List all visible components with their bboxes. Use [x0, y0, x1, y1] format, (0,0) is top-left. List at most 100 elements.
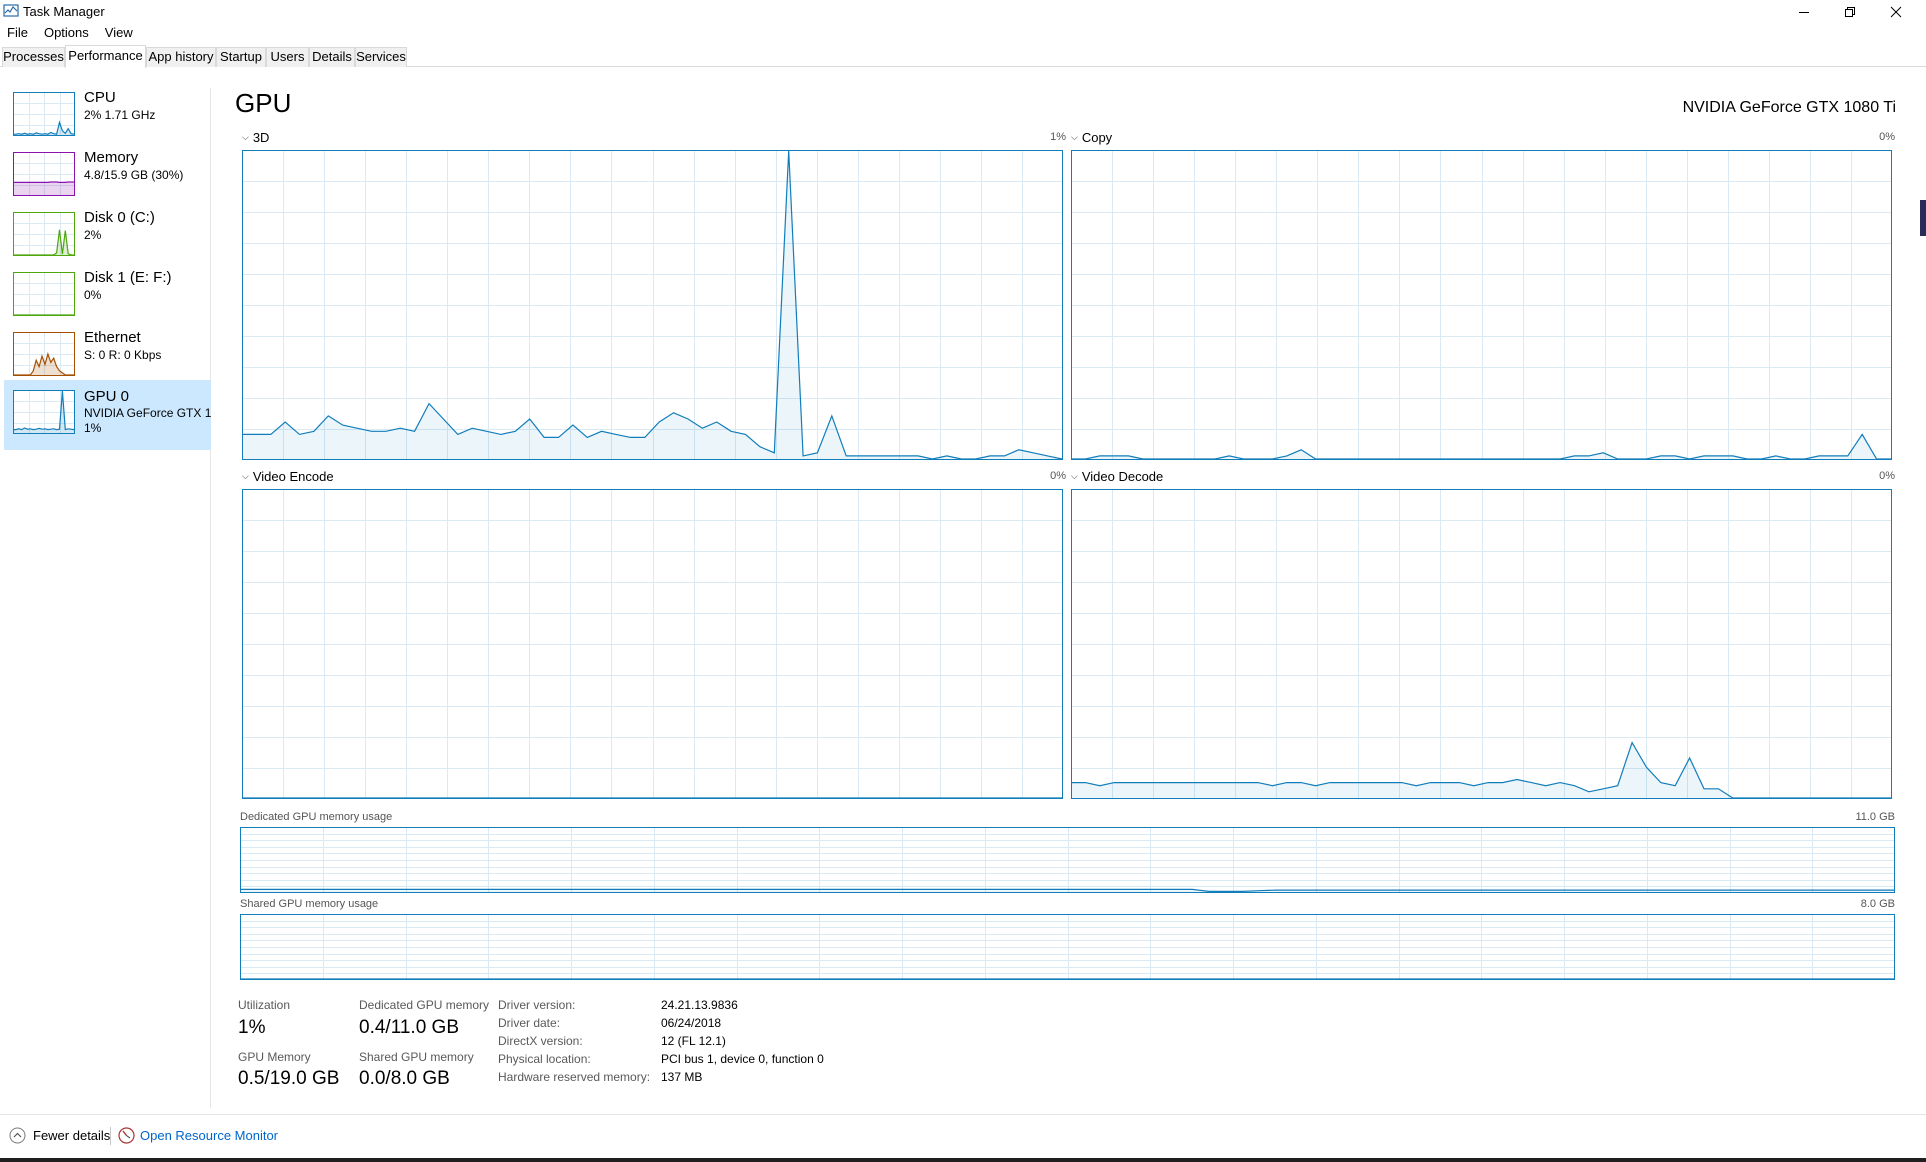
sidebar-item-title: GPU 0	[84, 388, 130, 405]
sidebar-item-gpu-0[interactable]: GPU 0 NVIDIA GeForce GTX 1080 Ti 1%	[4, 380, 211, 450]
driver-version-label: Driver version:	[498, 998, 576, 1012]
gpu-graph-icon	[13, 390, 75, 434]
sidebar-item-subtitle: 4.8/15.9 GB (30%)	[84, 168, 184, 182]
minimize-icon	[1799, 12, 1809, 13]
hardware-reserved-memory-value: 137 MB	[661, 1070, 703, 1084]
disk-graph-icon-thumb-svg	[13, 272, 75, 316]
graph-label-copy[interactable]: ⌵ Copy	[1071, 130, 1112, 145]
sidebar-item-disk-1[interactable]: Disk 1 (E: F:) 0%	[4, 268, 211, 326]
grid-lines	[1071, 150, 1892, 460]
graph-engine-name: Video Decode	[1081, 469, 1164, 484]
tab-users[interactable]: Users	[266, 47, 309, 67]
hardware-reserved-memory-label: Hardware reserved memory:	[498, 1070, 651, 1084]
graph-max-copy: 0%	[1879, 131, 1895, 143]
dedicated-gpu-memory-value: 0.4/11.0 GB	[359, 1017, 459, 1038]
grid-lines	[242, 489, 1063, 799]
ethernet-graph-icon-thumb-svg	[13, 332, 75, 376]
graph-copy	[1071, 150, 1892, 460]
chevron-down-icon: ⌵	[1071, 132, 1078, 142]
footer-divider	[110, 1127, 111, 1145]
ethernet-graph-icon	[13, 332, 75, 376]
sidebar-item-ethernet[interactable]: Ethernet S: 0 R: 0 Kbps	[4, 328, 211, 386]
graph-video-decode	[1071, 489, 1892, 799]
menu-file[interactable]: File	[0, 24, 36, 44]
graph-copy-svg	[1071, 150, 1892, 460]
sidebar-item-subtitle: NVIDIA GeForce GTX 1080 Ti	[84, 406, 211, 420]
sidebar-item-subtitle: S: 0 R: 0 Kbps	[84, 348, 162, 362]
tab-services[interactable]: Services	[355, 47, 407, 67]
shared-memory-graph	[240, 914, 1895, 980]
utilization-value: 1%	[238, 1017, 266, 1038]
graph-video-encode	[242, 489, 1063, 799]
title-bar[interactable]: Task Manager	[0, 0, 1926, 24]
chevron-down-icon: ⌵	[242, 132, 249, 142]
memory-graph-icon	[13, 152, 75, 196]
chevron-down-icon: ⌵	[242, 471, 249, 481]
graph-label-3d[interactable]: ⌵ 3D	[242, 130, 269, 145]
graph-3d-svg	[242, 150, 1063, 460]
chevron-down-icon: ⌵	[1071, 471, 1078, 481]
close-button[interactable]	[1873, 0, 1919, 24]
menu-view[interactable]: View	[97, 24, 141, 44]
gpu-memory-label: GPU Memory	[238, 1050, 311, 1064]
graph-max-video-decode: 0%	[1879, 470, 1895, 482]
driver-date-label: Driver date:	[498, 1016, 561, 1030]
tab-app-history[interactable]: App history	[146, 47, 216, 67]
dedicated-gpu-memory-label: Dedicated GPU memory	[359, 998, 490, 1012]
disk-graph-icon	[13, 212, 75, 256]
menu-bar: File Options View	[0, 24, 141, 44]
tab-startup[interactable]: Startup	[216, 47, 266, 67]
minimize-button[interactable]	[1781, 0, 1827, 24]
fewer-details-button[interactable]: Fewer details	[33, 1128, 110, 1143]
physical-location-value: PCI bus 1, device 0, function 0	[661, 1052, 824, 1066]
task-manager-app-icon	[3, 3, 19, 19]
chevron-up-circle-icon[interactable]	[9, 1127, 26, 1144]
gpu-graph-icon-thumb-svg	[13, 390, 75, 434]
physical-location-label: Physical location:	[498, 1052, 591, 1066]
graph-video-encode-svg	[242, 489, 1063, 799]
sidebar-item-title: Disk 1 (E: F:)	[84, 269, 172, 286]
open-resource-monitor-link[interactable]: Open Resource Monitor	[140, 1128, 278, 1143]
sidebar-item-subtitle: 2%	[84, 228, 102, 242]
taskbar-edge	[0, 1158, 1926, 1162]
shared-memory-graph-svg	[240, 914, 1895, 980]
graph-video-decode-svg	[1071, 489, 1892, 799]
shared-gpu-memory-label: Shared GPU memory	[359, 1050, 474, 1064]
shared-memory-label: Shared GPU memory usage	[240, 898, 379, 910]
sidebar-item-title: Ethernet	[84, 329, 141, 346]
sidebar-item-title: Memory	[84, 149, 139, 166]
tab-details[interactable]: Details	[309, 47, 355, 67]
resource-sidebar: CPU 2% 1.71 GHz Memory 4.8/15.9 GB (30%)…	[0, 88, 211, 1108]
sidebar-item-disk-0[interactable]: Disk 0 (C:) 2%	[4, 208, 211, 266]
directx-version-value: 12 (FL 12.1)	[661, 1034, 726, 1048]
graph-3d	[242, 150, 1063, 460]
gpu-model-name: NVIDIA GeForce GTX 1080 Ti	[1682, 99, 1896, 116]
window-title: Task Manager	[23, 4, 105, 19]
dedicated-memory-label: Dedicated GPU memory usage	[240, 811, 393, 823]
memory-graph-icon-thumb-svg	[13, 152, 75, 196]
graph-label-video-encode[interactable]: ⌵ Video Encode	[242, 469, 334, 484]
graph-label-video-decode[interactable]: ⌵ Video Decode	[1071, 469, 1163, 484]
cpu-graph-icon-thumb-line	[13, 120, 75, 135]
disk-graph-icon-thumb-svg	[13, 212, 75, 256]
grid-lines	[242, 150, 1063, 460]
directx-version-label: DirectX version:	[498, 1034, 583, 1048]
grid-lines	[240, 827, 1895, 893]
sidebar-item-subtitle: 0%	[84, 288, 102, 302]
tab-processes[interactable]: Processes	[2, 47, 65, 67]
graph-engine-name: Copy	[1081, 130, 1113, 145]
graph-max-3d: 1%	[1050, 131, 1066, 143]
graph-engine-name: 3D	[252, 130, 270, 145]
gpu-memory-value: 0.5/19.0 GB	[238, 1068, 340, 1089]
close-icon	[1890, 6, 1902, 18]
sidebar-item-cpu[interactable]: CPU 2% 1.71 GHz	[4, 88, 211, 146]
resource-monitor-icon[interactable]	[118, 1127, 135, 1144]
menu-options[interactable]: Options	[36, 24, 97, 44]
grid-lines	[240, 914, 1895, 980]
tab-bar: Processes Performance App history Startu…	[0, 45, 1926, 68]
tab-performance[interactable]: Performance	[65, 45, 146, 68]
sidebar-item-subtitle: 2% 1.71 GHz	[84, 108, 156, 122]
sidebar-item-memory[interactable]: Memory 4.8/15.9 GB (30%)	[4, 148, 211, 206]
memory-graph-icon-thumb-area	[13, 182, 74, 196]
restore-button[interactable]	[1827, 0, 1873, 24]
